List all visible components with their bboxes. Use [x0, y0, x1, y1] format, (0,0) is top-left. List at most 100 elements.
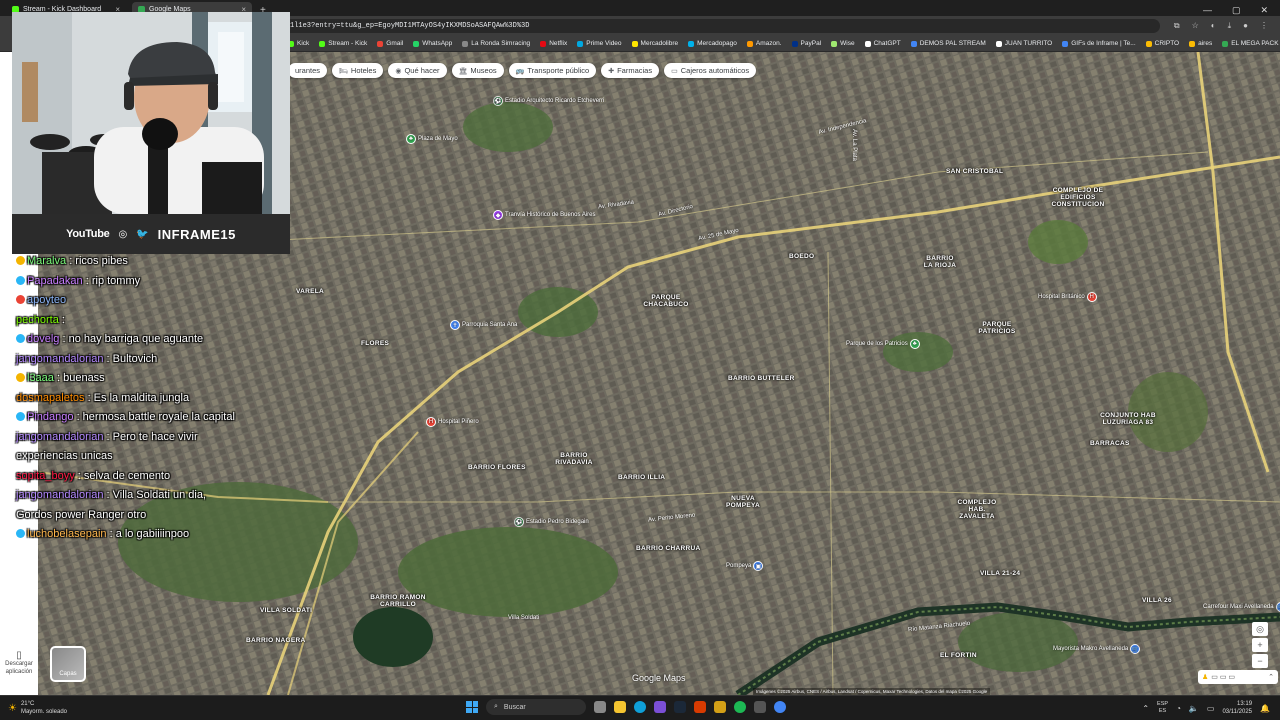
bookmark-item[interactable]: Amazon.	[746, 40, 782, 47]
zoom-controls: ◎ + −	[1252, 622, 1268, 668]
expand-icon[interactable]: ⌃	[1268, 673, 1274, 681]
poi-marker[interactable]: Pompeya ▣	[726, 561, 764, 571]
downloads-icon[interactable]: ⤓	[1228, 21, 1232, 31]
clock[interactable]: 13:19 03/11/2025	[1222, 700, 1252, 716]
bookmark-favicon-icon	[319, 40, 326, 47]
extensions-icon[interactable]: ◐	[1211, 21, 1216, 31]
bookmark-favicon-icon	[577, 40, 584, 47]
neighborhood-label: BARRIO FLORES	[468, 464, 526, 471]
my-location-icon[interactable]: ◎	[1252, 622, 1268, 636]
bookmark-label: Wise	[840, 40, 855, 47]
bookmark-item[interactable]: Netflix	[540, 40, 567, 47]
bookmark-label: JUAN TURRITO	[1004, 40, 1053, 47]
maximize-icon[interactable]: ▢	[1232, 5, 1241, 16]
poi-marker[interactable]: Mayorista Makro Avellaneda 🛒	[1053, 644, 1141, 654]
poi-marker[interactable]: H Hospital Piñero	[426, 417, 479, 427]
chevron-up-icon[interactable]: ⌃	[1142, 704, 1149, 713]
notification-icon[interactable]: 🔔	[1260, 704, 1270, 713]
category-chip[interactable]: ▭ Cajeros automáticos	[664, 63, 757, 78]
zoom-out-button[interactable]: −	[1252, 654, 1268, 668]
neighborhood-label: EL FORTIN	[940, 652, 977, 659]
poi-marker[interactable]: Carrefour Maxi Avellaneda 🛒	[1203, 602, 1280, 612]
poi-marker[interactable]: Parque de los Patricios ♣	[846, 339, 920, 349]
wifi-icon[interactable]: ◔	[1176, 704, 1181, 713]
chrome-icon[interactable]	[774, 701, 786, 713]
poi-marker[interactable]: ⚽ Estadio Pedro Bidegain	[514, 517, 589, 527]
neighborhood-label: VILLA 21-24	[980, 570, 1021, 577]
poi-marker[interactable]: ♣ Plaza de Mayo	[406, 134, 458, 144]
park-pin-icon: ♣	[909, 339, 920, 349]
category-chip[interactable]: ◉ Qué hacer	[388, 63, 447, 78]
task-view-icon[interactable]	[594, 701, 606, 713]
bookmark-item[interactable]: aires	[1189, 40, 1212, 47]
profile-avatar-icon[interactable]: ●	[1243, 21, 1248, 31]
category-chips: urantes 🛏 Hoteles ◉ Qué hacer 🏛 Museos 🚌 Transp…	[288, 63, 757, 78]
url-field[interactable]: 1l1e3?entry=ttu&g_ep=EgoyMDI1MTAyOS4yIKX…	[280, 19, 1160, 33]
time: 13:19	[1237, 701, 1253, 707]
bookmark-item[interactable]: Gmail	[377, 40, 403, 47]
poi-marker[interactable]: ⚽ Estadio Arquitecto Ricardo Etcheverri	[493, 96, 604, 106]
bookmark-item[interactable]: PayPal	[791, 40, 821, 47]
neighborhood-label: FLORES	[361, 340, 390, 347]
minimize-icon[interactable]: —	[1203, 5, 1212, 16]
neighborhood-label: BOEDO	[789, 253, 815, 260]
social-bar: YouTube ◎ 🐦 INFRAME15	[12, 214, 290, 254]
spotify-icon[interactable]	[734, 701, 746, 713]
bookmark-item[interactable]: EL MEGA PACK PAP...	[1222, 40, 1280, 47]
bookmark-item[interactable]: DEMOS PAL STREAM	[910, 40, 986, 47]
windows-start-icon[interactable]	[466, 701, 478, 713]
volume-icon[interactable]: 🔈	[1189, 704, 1199, 713]
app-icon[interactable]	[654, 701, 666, 713]
category-chip[interactable]: 🚌 Transporte público	[508, 63, 597, 78]
bookmark-item[interactable]: CRIPTO	[1145, 40, 1179, 47]
chat-text: : Es la maldita jungla	[87, 391, 190, 404]
taskbar-search[interactable]: ⌕ Buscar	[486, 699, 586, 715]
bookmark-item[interactable]: Mercadolibre	[631, 40, 678, 47]
windows-taskbar: ☀ 21°C Mayorm. soleado ⌕ Buscar ⌃ ESP ES…	[0, 695, 1280, 720]
chat-username: sopita_boyy	[16, 469, 75, 482]
download-app-button[interactable]: ▯ Descargar aplicación	[2, 651, 36, 676]
app-icon[interactable]	[694, 701, 706, 713]
bookmark-item[interactable]: Prime Video	[577, 40, 622, 47]
neighborhood-label: BARRIO BUTTELER	[728, 375, 795, 382]
bookmark-favicon-icon	[995, 40, 1002, 47]
bookmark-item[interactable]: WhatsApp	[413, 40, 452, 47]
weather-widget[interactable]: ☀ 21°C Mayorm. soleado	[8, 700, 67, 716]
bookmark-item[interactable]: GIFs de Inframe | Te...	[1062, 40, 1136, 47]
bookmark-label: La Ronda Simracing	[471, 40, 531, 47]
poi-marker[interactable]: ✝ Parroquia Santa Ana	[450, 320, 517, 330]
poi-marker[interactable]: ◆ Tranvía Histórico de Buenos Aires	[493, 210, 596, 220]
bookmark-item[interactable]: Stream - Kick	[319, 40, 367, 47]
edge-icon[interactable]	[634, 701, 646, 713]
app-icon[interactable]	[754, 701, 766, 713]
bookmark-item[interactable]: Kick	[288, 40, 309, 47]
poi-label: Pompeya	[726, 563, 752, 569]
battery-icon[interactable]: ▭	[1207, 704, 1215, 713]
pharmacy-icon: ✚	[608, 67, 615, 75]
category-chip[interactable]: ✚ Farmacias	[601, 63, 660, 78]
install-icon[interactable]: ⧉	[1174, 21, 1180, 31]
menu-icon[interactable]: ⋮	[1260, 21, 1268, 31]
layers-button[interactable]: Capas	[50, 646, 86, 682]
language-indicator[interactable]: ESP ES	[1157, 701, 1168, 715]
bookmark-item[interactable]: Wise	[831, 40, 855, 47]
close-window-icon[interactable]: ✕	[1260, 5, 1268, 16]
shop-pin-icon: 🛒	[1130, 644, 1141, 654]
bookmark-item[interactable]: La Ronda Simracing	[462, 40, 530, 47]
poi-marker[interactable]: Hospital Británico H	[1038, 292, 1097, 302]
street-view-bar[interactable]: ♟ ▭ ▭ ▭ ⌃	[1198, 670, 1278, 684]
category-chip[interactable]: 🏛 Museos	[451, 63, 504, 78]
poi-marker[interactable]: Villa Soldati	[508, 615, 539, 621]
steam-icon[interactable]	[674, 701, 686, 713]
bookmark-item[interactable]: Mercadopago	[688, 40, 737, 47]
file-explorer-icon[interactable]	[614, 701, 626, 713]
category-chip[interactable]: 🛏 Hoteles	[332, 63, 384, 78]
bookmark-label: WhatsApp	[422, 40, 453, 47]
bookmark-item[interactable]: ChatGPT	[864, 40, 901, 47]
bookmark-item[interactable]: JUAN TURRITO	[995, 40, 1053, 47]
chip-restaurantes[interactable]: urantes	[288, 63, 328, 78]
chip-label: Cajeros automáticos	[680, 66, 750, 75]
star-icon[interactable]: ☆	[1192, 21, 1199, 31]
zoom-in-button[interactable]: +	[1252, 638, 1268, 652]
app-icon[interactable]	[714, 701, 726, 713]
